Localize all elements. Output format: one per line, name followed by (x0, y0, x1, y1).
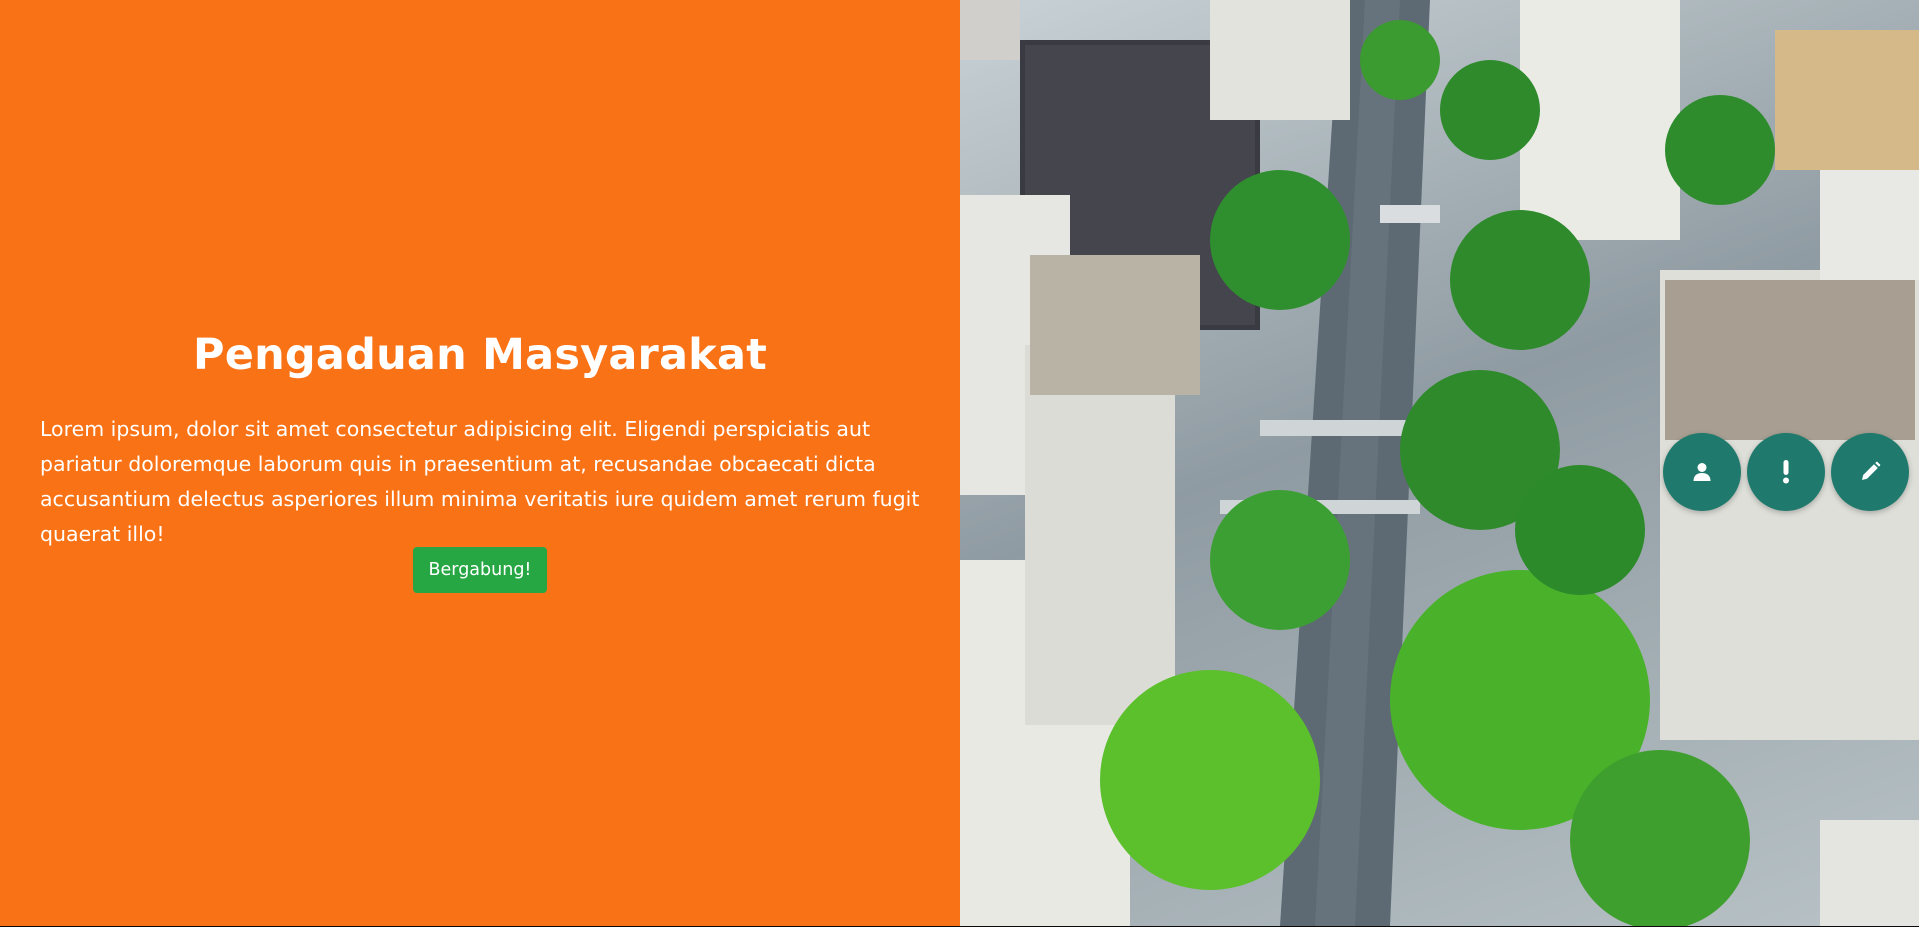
hero-description: Lorem ipsum, dolor sit amet consectetur … (40, 417, 920, 546)
floating-action-group (1663, 433, 1909, 511)
hero-panel: Pengaduan Masyarakat Lorem ipsum, dolor … (0, 0, 960, 926)
landing-page: Pengaduan Masyarakat Lorem ipsum, dolor … (0, 0, 1919, 927)
pencil-icon (1862, 461, 1881, 480)
user-icon (1693, 463, 1711, 481)
edit-button[interactable] (1831, 433, 1909, 511)
exclamation-icon (1783, 460, 1789, 484)
profile-button[interactable] (1663, 433, 1741, 511)
join-button[interactable]: Bergabung! (413, 547, 547, 593)
report-button[interactable] (1747, 433, 1825, 511)
hero-title: Pengaduan Masyarakat (193, 330, 767, 380)
